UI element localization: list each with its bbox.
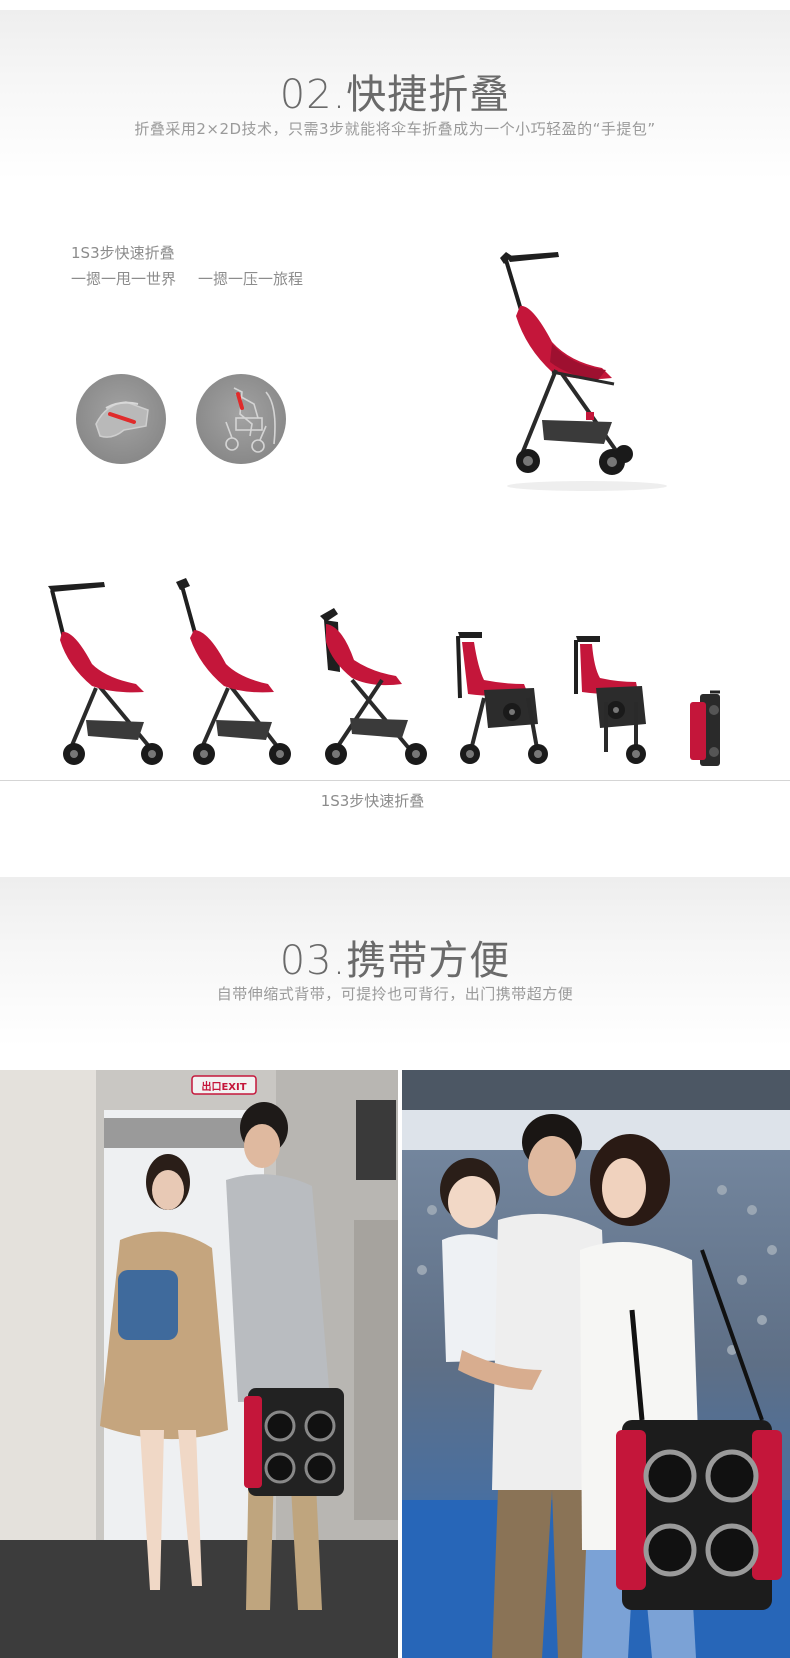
fold-sequence-step-3 xyxy=(320,608,427,765)
fold-steps-label: 1S3步快速折叠 一摁一甩一世界 一摁一压一旅程 xyxy=(71,240,303,292)
fold-sequence-step-5 xyxy=(574,636,646,764)
carry-photo-stadium xyxy=(402,1070,790,1658)
stroller-open-large xyxy=(500,252,667,491)
exit-sign: 出口EXIT xyxy=(201,1080,246,1093)
fold-sequence-step-1 xyxy=(48,582,163,765)
fold-slogan-a: 一摁一甩一世界 xyxy=(71,270,177,288)
fold-sequence-step-4 xyxy=(456,632,548,764)
fold-slogan-b: 一摁一压一旅程 xyxy=(198,270,304,288)
fold-sequence-step-6 xyxy=(690,690,720,766)
section-subtitle-carry: 自带伸缩式背带，可提拎也可背行，出门携带超方便 xyxy=(216,985,574,1003)
carry-photo-airplane: 出口EXIT xyxy=(0,1070,398,1658)
section-subtitle-fold: 折叠采用2×2D技术，只需3步就能将伞车折叠成为一个小巧轻盈的“手提包” xyxy=(134,120,656,138)
fold-caption: 1S3步快速折叠 xyxy=(320,792,425,810)
fold-sequence-step-2 xyxy=(176,578,291,765)
fold-divider xyxy=(0,780,790,781)
fold-step-press-icon xyxy=(76,374,166,464)
section-title-carry: 03.携带方便 xyxy=(279,938,511,984)
fold-step-flip-icon xyxy=(196,374,286,464)
fold-steps-line1: 1S3步快速折叠 xyxy=(71,244,175,262)
section-title-fold: 02.快捷折叠 xyxy=(279,72,511,118)
fold-steps-line2: 一摁一甩一世界 一摁一压一旅程 xyxy=(71,266,303,292)
